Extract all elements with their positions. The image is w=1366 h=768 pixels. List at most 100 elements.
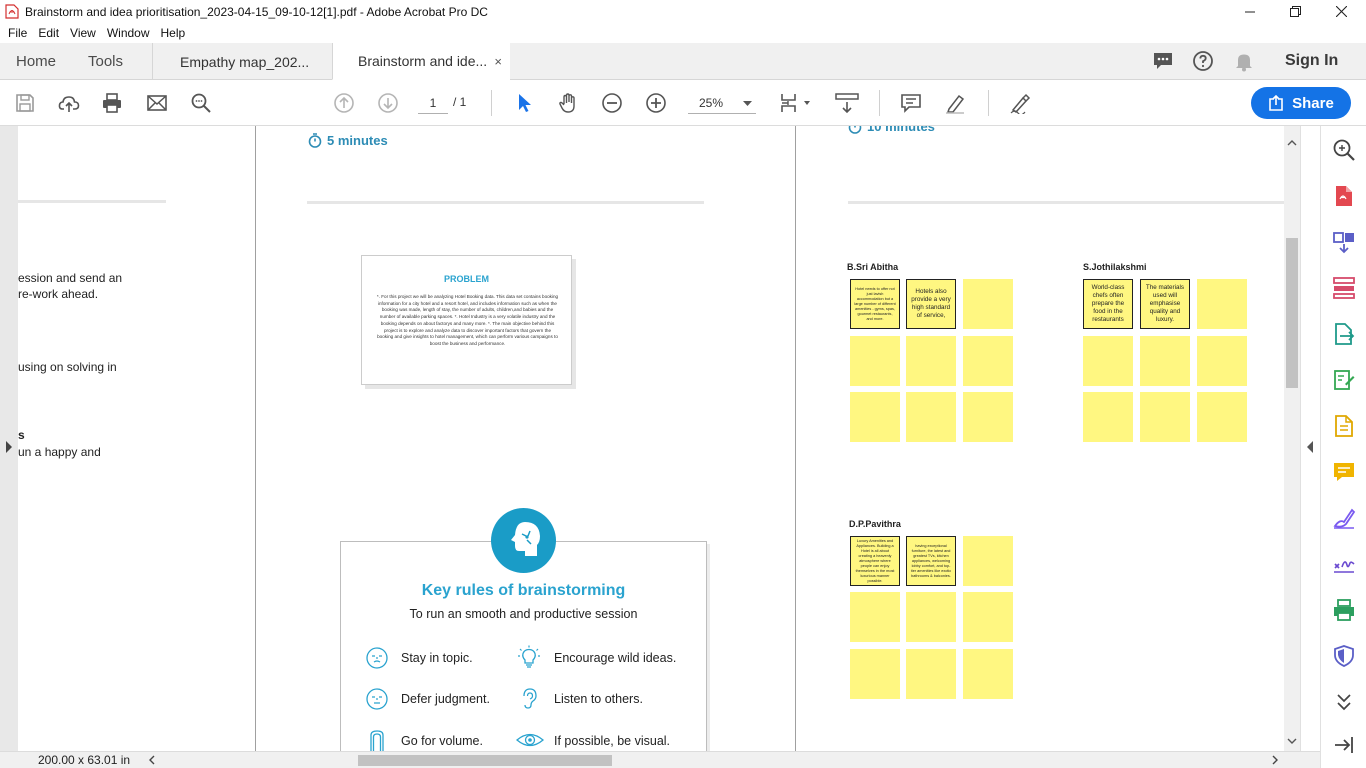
rule-item: Stay in topic. [401,651,473,665]
close-window-button[interactable] [1318,0,1364,23]
sticky-note[interactable]: Luxury Amenities and Appliances. Buildin… [850,536,900,586]
acrobat-logo-icon [5,4,19,19]
sticky-note-empty[interactable] [963,279,1013,329]
zoom-in-icon[interactable] [645,92,667,114]
menu-help[interactable]: Help [161,26,186,40]
sticky-note-empty[interactable] [963,336,1013,386]
comment-bubble-icon[interactable] [1152,50,1174,72]
sticky-note-empty[interactable] [850,649,900,699]
export-pdf-icon[interactable] [1332,322,1356,346]
sticky-note-empty[interactable] [906,336,956,386]
notification-bell-icon[interactable] [1233,50,1255,72]
save-icon[interactable] [14,92,36,114]
document-viewport[interactable]: ession and send an re-work ahead. using … [0,126,1300,751]
participant-name: B.Sri Abitha [847,262,899,272]
sticky-note-empty[interactable] [906,592,956,642]
expand-left-panel-icon[interactable] [5,441,13,453]
sticky-note-text: Hotel needs to offer not just lavish acc… [854,286,896,321]
sign-in-link[interactable]: Sign In [1285,52,1338,70]
acrobat-window: Brainstorm and idea prioritisation_2023-… [0,0,1366,768]
request-signature-icon[interactable] [1332,552,1356,576]
tab-close-button[interactable]: × [494,54,502,69]
create-pdf-icon[interactable] [1332,184,1356,208]
menu-file[interactable]: File [8,26,27,40]
sticky-note[interactable]: World-class chefs often prepare the food… [1083,279,1133,329]
previous-page-icon[interactable] [333,92,355,114]
sticky-note-empty[interactable] [963,392,1013,442]
sign-pen-icon[interactable] [1009,92,1031,114]
next-page-icon[interactable] [377,92,399,114]
fill-sign-icon[interactable] [1332,506,1356,530]
edit-pdf-icon[interactable] [1332,368,1356,392]
tab-brainstorm[interactable]: Brainstorm and ide... × [332,43,510,80]
menu-edit[interactable]: Edit [38,26,59,40]
sticky-note-empty[interactable] [850,336,900,386]
horizontal-scroll-thumb[interactable] [358,755,612,766]
page-fit-icon[interactable] [779,92,813,114]
vertical-scroll-thumb[interactable] [1286,238,1298,388]
tab-tools[interactable]: Tools [88,53,123,70]
search-icon[interactable] [190,92,212,114]
comment-icon[interactable] [1332,460,1356,484]
menu-view[interactable]: View [70,26,96,40]
stack-icon [370,730,384,751]
sticky-note-empty[interactable] [850,392,900,442]
zoom-out-icon[interactable] [601,92,623,114]
sticky-note-empty[interactable] [850,592,900,642]
sticky-note[interactable]: The materials used will emphasise qualit… [1140,279,1190,329]
sticky-note-empty[interactable] [963,536,1013,586]
scroll-mode-icon[interactable] [834,92,860,114]
sticky-note-empty[interactable] [1140,392,1190,442]
sticky-note[interactable]: having exceptional furniture, the latest… [906,536,956,586]
more-tools-chevron-icon[interactable] [1332,690,1356,714]
sticky-note[interactable]: Hotel needs to offer not just lavish acc… [850,279,900,329]
sticky-note-empty[interactable] [906,392,956,442]
scroll-right-icon[interactable] [1272,755,1279,765]
collapse-panel-icon[interactable] [1332,733,1356,757]
sticky-note-empty[interactable] [963,649,1013,699]
collapse-right-panel-icon[interactable] [1307,441,1314,453]
add-comment-icon[interactable] [900,92,922,114]
cloud-upload-icon[interactable] [58,92,80,114]
zoom-level-select[interactable]: 25% [688,92,756,114]
sticky-note-empty[interactable] [1083,336,1133,386]
minimize-icon [1245,11,1255,12]
print-production-icon[interactable] [1332,598,1356,622]
sticky-note-empty[interactable] [1197,392,1247,442]
sticky-note-empty[interactable] [1197,336,1247,386]
page-number-input[interactable]: 1 [418,92,448,114]
print-icon[interactable] [101,92,123,114]
rule-item: If possible, be visual. [554,734,671,748]
email-icon[interactable] [146,92,168,114]
tab-empathy-map[interactable]: Empathy map_202... [152,43,332,80]
combine-files-icon[interactable] [1332,230,1356,254]
sticky-note-empty[interactable] [1140,336,1190,386]
menu-window[interactable]: Window [107,26,150,40]
highlight-pen-icon[interactable] [944,92,966,114]
scroll-left-icon[interactable] [148,755,155,765]
scan-ocr-icon[interactable] [1332,414,1356,438]
select-cursor-icon[interactable] [513,92,535,114]
sticky-note[interactable]: Hotels also provide a very high standard… [906,279,956,329]
face-icon [366,688,388,710]
vertical-scrollbar[interactable] [1284,126,1300,751]
scroll-down-icon[interactable] [1287,738,1297,745]
rules-subtitle: To run an smooth and productive session [409,607,638,621]
restore-button[interactable] [1272,0,1318,23]
tab-home[interactable]: Home [16,53,56,70]
text-fragment: using on solving in [18,360,117,374]
sticky-note-empty[interactable] [963,592,1013,642]
minimize-button[interactable] [1227,0,1273,23]
sticky-note-empty[interactable] [1197,279,1247,329]
hand-tool-icon[interactable] [557,92,579,114]
organize-pages-icon[interactable] [1332,276,1356,300]
sticky-note-empty[interactable] [906,649,956,699]
right-panel-collapse[interactable] [1300,126,1320,751]
protect-shield-icon[interactable] [1332,644,1356,668]
scroll-up-icon[interactable] [1287,139,1297,146]
share-button[interactable]: Share [1251,87,1351,119]
help-icon[interactable] [1192,50,1214,72]
sticky-note-empty[interactable] [1083,392,1133,442]
search-zoom-icon[interactable] [1332,138,1356,162]
participant-name: D.P.Pavithra [849,519,901,529]
